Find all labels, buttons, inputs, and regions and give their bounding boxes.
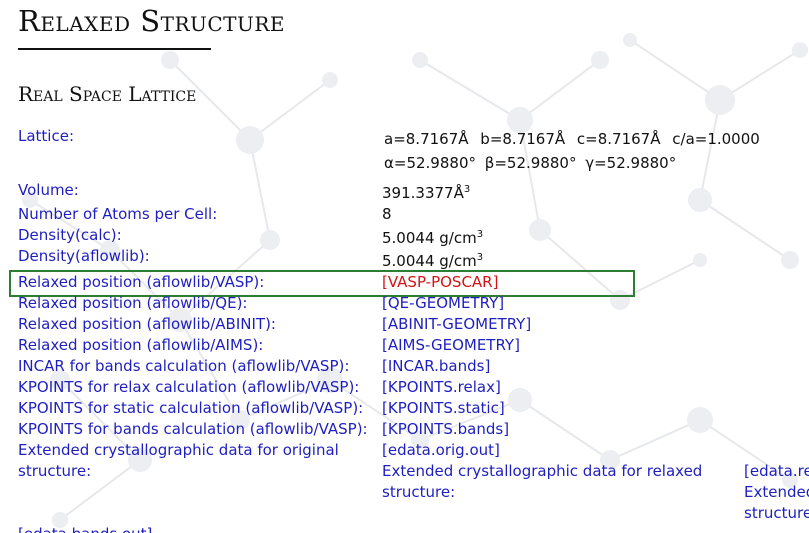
title-underline xyxy=(18,48,211,50)
density-aflowlib-label: Density(aflowlib): xyxy=(18,247,150,265)
density-calc-value: 5.0044 g/cm3 xyxy=(382,228,483,249)
page: Relaxed Structure Real Space Lattice Lat… xyxy=(0,0,809,533)
lattice-b: b=8.7167Å xyxy=(480,130,566,148)
density-calc-number: 5.0044 g/cm xyxy=(382,229,477,247)
relaxed-abinit-value: [ABINIT-GEOMETRY] xyxy=(382,315,532,333)
kpoints-static-value: [KPOINTS.static] xyxy=(382,399,505,417)
lattice-label: Lattice: xyxy=(18,127,75,145)
section-subtitle: Real Space Lattice xyxy=(18,82,197,106)
atoms-per-cell-value: 8 xyxy=(382,205,392,223)
kpoints-bands-label: KPOINTS for bands calculation (aflowlib/… xyxy=(18,420,368,438)
page-title: Relaxed Structure xyxy=(18,4,286,38)
volume-exponent: 3 xyxy=(463,184,471,195)
extended-orig-label: Extended crystallographic data for origi… xyxy=(18,441,339,480)
aims-geometry-link[interactable]: AIMS-GEOMETRY xyxy=(388,336,514,354)
edata-relaxed-link[interactable]: edata.re xyxy=(750,462,809,480)
relaxed-qe-label: Relaxed position (aflowlib/QE): xyxy=(18,294,248,312)
volume-number: 391.3377Å xyxy=(382,184,464,202)
density-calc-exponent: 3 xyxy=(476,229,484,240)
extended-relaxed-label: Extended crystallographic data for relax… xyxy=(382,462,703,501)
lattice-c-over-a: c/a=1.0000 xyxy=(672,130,760,148)
edata-orig-link[interactable]: edata.orig.out xyxy=(388,441,494,459)
volume-value: 391.3377Å3 xyxy=(382,183,470,204)
abinit-geometry-link[interactable]: ABINIT-GEOMETRY xyxy=(388,315,525,333)
relaxed-vasp-label: Relaxed position (aflowlib/VASP): xyxy=(18,273,265,291)
relaxed-structure-section: Relaxed Structure Real Space Lattice Lat… xyxy=(0,0,809,533)
density-calc-label: Density(calc): xyxy=(18,226,122,244)
incar-bands-label: INCAR for bands calculation (aflowlib/VA… xyxy=(18,357,350,375)
extended-col4-label: Extended structure xyxy=(744,483,809,522)
extended-relaxed-value: [edata.re xyxy=(744,461,809,482)
relaxed-vasp-value: [VASP-POSCAR] xyxy=(382,273,499,291)
qe-geometry-link[interactable]: QE-GEOMETRY xyxy=(388,294,498,312)
lattice-lengths: a=8.7167Å b=8.7167Å c=8.7167Å c/a=1.0000 xyxy=(384,129,767,150)
vasp-poscar-link[interactable]: VASP-POSCAR xyxy=(388,273,493,291)
extended-orig-value: [edata.orig.out] xyxy=(382,441,500,459)
relaxed-aims-value: [AIMS-GEOMETRY] xyxy=(382,336,520,354)
kpoints-static-label: KPOINTS for static calculation (aflowlib… xyxy=(18,399,364,417)
edata-bands-value: [edata.bands.out] xyxy=(18,524,152,533)
kpoints-bands-value: [KPOINTS.bands] xyxy=(382,420,510,438)
kpoints-static-link[interactable]: KPOINTS.static xyxy=(388,399,499,417)
lattice-beta: β=52.9880° xyxy=(484,154,577,172)
incar-bands-link[interactable]: INCAR.bands xyxy=(388,357,485,375)
lattice-gamma: γ=52.9880° xyxy=(585,154,677,172)
density-aflowlib-exponent: 3 xyxy=(476,252,484,263)
density-aflowlib-number: 5.0044 g/cm xyxy=(382,252,477,270)
lattice-angles: α=52.9880° β=52.9880° γ=52.9880° xyxy=(384,153,683,174)
relaxed-abinit-label: Relaxed position (aflowlib/ABINIT): xyxy=(18,315,276,333)
lattice-c: c=8.7167Å xyxy=(576,130,661,148)
lattice-alpha: α=52.9880° xyxy=(384,154,476,172)
kpoints-bands-link[interactable]: KPOINTS.bands xyxy=(388,420,503,438)
density-aflowlib-value: 5.0044 g/cm3 xyxy=(382,251,483,272)
relaxed-aims-label: Relaxed position (aflowlib/AIMS): xyxy=(18,336,264,354)
kpoints-relax-value: [KPOINTS.relax] xyxy=(382,378,501,396)
atoms-per-cell-label: Number of Atoms per Cell: xyxy=(18,205,218,223)
kpoints-relax-link[interactable]: KPOINTS.relax xyxy=(388,378,495,396)
incar-bands-value: [INCAR.bands] xyxy=(382,357,491,375)
lattice-a: a=8.7167Å xyxy=(384,130,469,148)
edata-bands-link[interactable]: edata.bands.out xyxy=(24,525,147,533)
relaxed-qe-value: [QE-GEOMETRY] xyxy=(382,294,505,312)
kpoints-relax-label: KPOINTS for relax calculation (aflowlib/… xyxy=(18,378,360,396)
volume-label: Volume: xyxy=(18,181,79,199)
